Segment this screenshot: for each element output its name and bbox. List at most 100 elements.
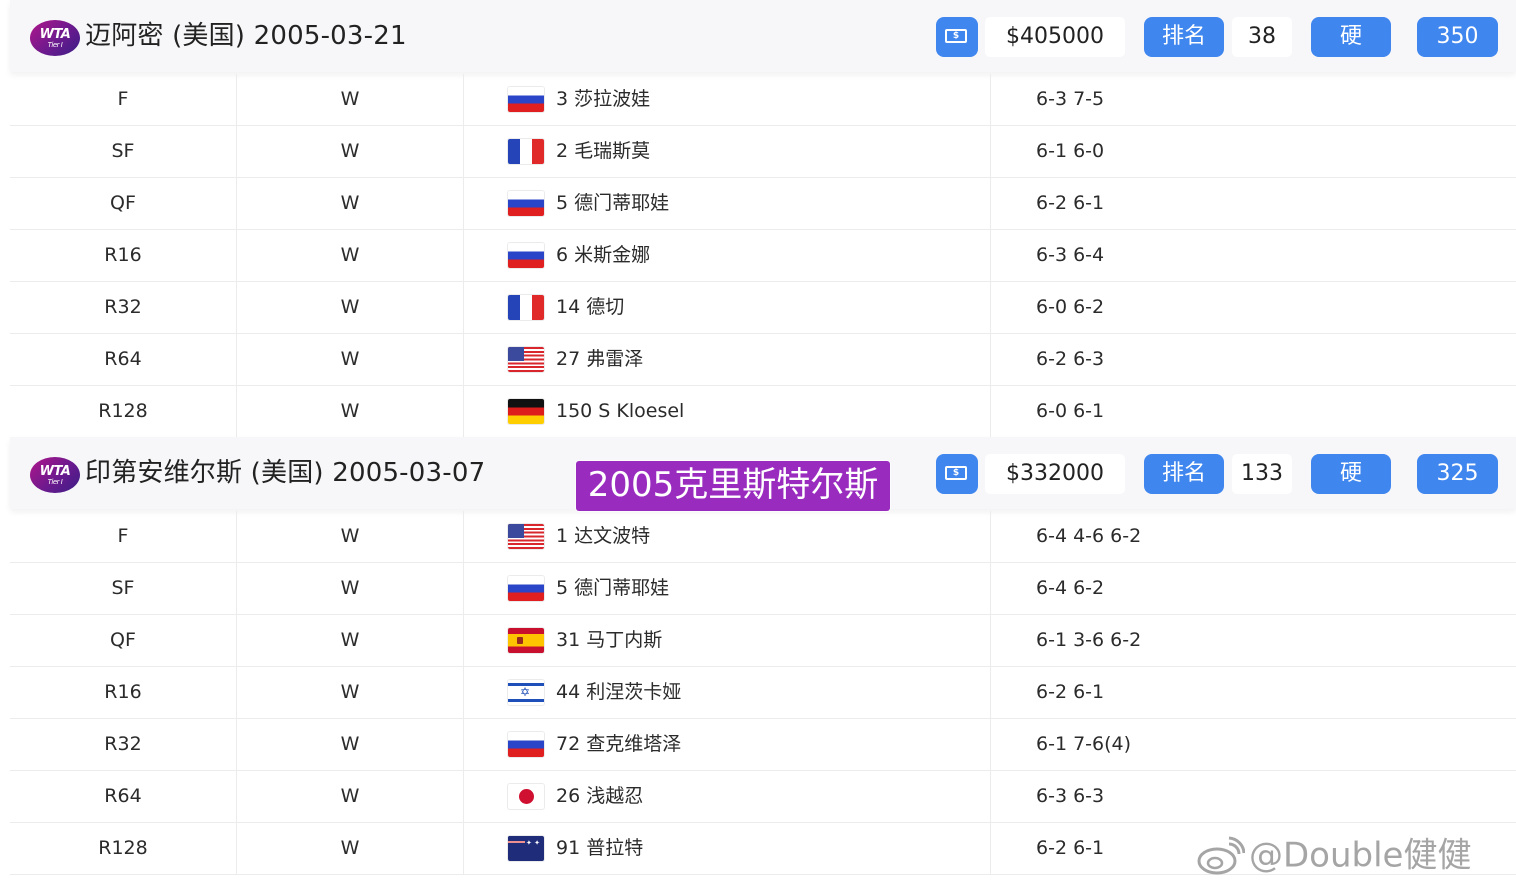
result-cell: W bbox=[237, 823, 464, 874]
result-cell: W bbox=[237, 771, 464, 822]
opponent-name[interactable]: 150 S Kloesel bbox=[556, 386, 684, 437]
opponent-cell: 1 达文波特 bbox=[464, 511, 991, 562]
match-list: F W 1 达文波特 6-4 4-6 6-2 SF W 5 德门蒂耶娃 6-4 6-2 QF W 3… bbox=[10, 511, 1516, 875]
round-label: R32 bbox=[104, 296, 142, 318]
caption-overlay: 2005克里斯特尔斯 bbox=[576, 461, 890, 511]
weibo-icon bbox=[1197, 836, 1245, 874]
round-label: SF bbox=[111, 140, 135, 162]
opponent-name[interactable]: 91 普拉特 bbox=[556, 823, 643, 874]
result-cell: W bbox=[237, 230, 464, 281]
money-icon[interactable]: $ bbox=[936, 454, 978, 494]
opponent-cell: 72 查克维塔泽 bbox=[464, 719, 991, 770]
flag-icon bbox=[508, 836, 544, 861]
surface-button[interactable]: 硬 bbox=[1311, 454, 1391, 494]
opponent-name[interactable]: 1 达文波特 bbox=[556, 511, 650, 562]
wta-tier-text: Tier I bbox=[47, 41, 63, 49]
round-label: R16 bbox=[104, 244, 142, 266]
opponent-name[interactable]: 27 弗雷泽 bbox=[556, 334, 643, 385]
opponent-name[interactable]: 14 德切 bbox=[556, 282, 624, 333]
opponent-cell: 5 德门蒂耶娃 bbox=[464, 563, 991, 614]
opponent-cell: 27 弗雷泽 bbox=[464, 334, 991, 385]
rank-button[interactable]: 排名 bbox=[1144, 17, 1224, 57]
flag-icon bbox=[508, 732, 544, 757]
round-label: R64 bbox=[104, 785, 142, 807]
match-row[interactable]: R32 W 72 查克维塔泽 6-1 7-6(4) bbox=[10, 719, 1516, 771]
opponent-cell: 14 德切 bbox=[464, 282, 991, 333]
tournament-title: 印第安维尔斯 (美国) 2005-03-07 bbox=[85, 458, 486, 488]
wta-logo-text: WTA bbox=[39, 27, 71, 42]
match-row[interactable]: QF W 31 马丁内斯 6-1 3-6 6-2 bbox=[10, 615, 1516, 667]
wta-logo: WTA Tier I bbox=[30, 20, 80, 56]
round-cell: F bbox=[10, 74, 237, 125]
score-label: 6-1 6-0 bbox=[1036, 140, 1105, 162]
round-cell: R128 bbox=[10, 823, 237, 874]
match-row[interactable]: R128 W 150 S Kloesel 6-0 6-1 bbox=[10, 386, 1516, 438]
round-cell: QF bbox=[10, 615, 237, 666]
match-row[interactable]: R64 W 27 弗雷泽 6-2 6-3 bbox=[10, 334, 1516, 386]
round-cell: R16 bbox=[10, 667, 237, 718]
match-row[interactable]: R16 W 6 米斯金娜 6-3 6-4 bbox=[10, 230, 1516, 282]
round-label: F bbox=[117, 88, 129, 110]
flag-icon bbox=[508, 399, 544, 424]
opponent-cell: 44 利涅茨卡娅 bbox=[464, 667, 991, 718]
score-cell: 6-4 4-6 6-2 bbox=[991, 511, 1516, 562]
match-row[interactable]: R16 W 44 利涅茨卡娅 6-2 6-1 bbox=[10, 667, 1516, 719]
round-cell: QF bbox=[10, 178, 237, 229]
score-label: 6-4 6-2 bbox=[1036, 577, 1105, 599]
result-cell: W bbox=[237, 282, 464, 333]
result-cell: W bbox=[237, 615, 464, 666]
match-row[interactable]: F W 1 达文波特 6-4 4-6 6-2 bbox=[10, 511, 1516, 563]
money-icon[interactable]: $ bbox=[936, 17, 978, 57]
score-label: 6-2 6-3 bbox=[1036, 348, 1105, 370]
rank-value: 38 bbox=[1232, 17, 1292, 57]
score-cell: 6-1 7-6(4) bbox=[991, 719, 1516, 770]
score-label: 6-0 6-2 bbox=[1036, 296, 1105, 318]
score-cell: 6-0 6-2 bbox=[991, 282, 1516, 333]
opponent-name[interactable]: 3 莎拉波娃 bbox=[556, 74, 650, 125]
round-cell: R64 bbox=[10, 771, 237, 822]
flag-icon bbox=[508, 347, 544, 372]
opponent-name[interactable]: 72 查克维塔泽 bbox=[556, 719, 681, 770]
match-row[interactable]: SF W 5 德门蒂耶娃 6-4 6-2 bbox=[10, 563, 1516, 615]
score-label: 6-0 6-1 bbox=[1036, 400, 1105, 422]
surface-button[interactable]: 硬 bbox=[1311, 17, 1391, 57]
opponent-name[interactable]: 6 米斯金娜 bbox=[556, 230, 650, 281]
opponent-name[interactable]: 5 德门蒂耶娃 bbox=[556, 563, 669, 614]
match-row[interactable]: R64 W 26 浅越忍 6-3 6-3 bbox=[10, 771, 1516, 823]
round-cell: R32 bbox=[10, 719, 237, 770]
result-label: W bbox=[340, 733, 360, 755]
round-cell: SF bbox=[10, 126, 237, 177]
result-label: W bbox=[340, 837, 360, 859]
points-button[interactable]: 325 bbox=[1417, 454, 1498, 494]
round-label: R16 bbox=[104, 681, 142, 703]
opponent-name[interactable]: 44 利涅茨卡娅 bbox=[556, 667, 681, 718]
opponent-name[interactable]: 5 德门蒂耶娃 bbox=[556, 178, 669, 229]
result-label: W bbox=[340, 629, 360, 651]
score-cell: 6-1 6-0 bbox=[991, 126, 1516, 177]
opponent-cell: 5 德门蒂耶娃 bbox=[464, 178, 991, 229]
flag-icon bbox=[508, 680, 544, 705]
match-row[interactable]: F W 3 莎拉波娃 6-3 7-5 bbox=[10, 74, 1516, 126]
score-label: 6-3 6-4 bbox=[1036, 244, 1105, 266]
score-label: 6-4 4-6 6-2 bbox=[1036, 525, 1142, 547]
round-label: R128 bbox=[98, 837, 148, 859]
result-label: W bbox=[340, 88, 360, 110]
result-label: W bbox=[340, 681, 360, 703]
match-row[interactable]: R32 W 14 德切 6-0 6-2 bbox=[10, 282, 1516, 334]
score-cell: 6-4 6-2 bbox=[991, 563, 1516, 614]
opponent-name[interactable]: 31 马丁内斯 bbox=[556, 615, 662, 666]
opponent-name[interactable]: 26 浅越忍 bbox=[556, 771, 643, 822]
match-row[interactable]: QF W 5 德门蒂耶娃 6-2 6-1 bbox=[10, 178, 1516, 230]
opponent-name[interactable]: 2 毛瑞斯莫 bbox=[556, 126, 650, 177]
prize-money: $405000 bbox=[985, 17, 1125, 57]
wta-logo-text: WTA bbox=[39, 464, 71, 479]
opponent-cell: 31 马丁内斯 bbox=[464, 615, 991, 666]
result-label: W bbox=[340, 296, 360, 318]
result-cell: W bbox=[237, 563, 464, 614]
points-button[interactable]: 350 bbox=[1417, 17, 1498, 57]
rank-button[interactable]: 排名 bbox=[1144, 454, 1224, 494]
result-label: W bbox=[340, 348, 360, 370]
score-cell: 6-0 6-1 bbox=[991, 386, 1516, 437]
score-label: 6-3 6-3 bbox=[1036, 785, 1105, 807]
match-row[interactable]: SF W 2 毛瑞斯莫 6-1 6-0 bbox=[10, 126, 1516, 178]
